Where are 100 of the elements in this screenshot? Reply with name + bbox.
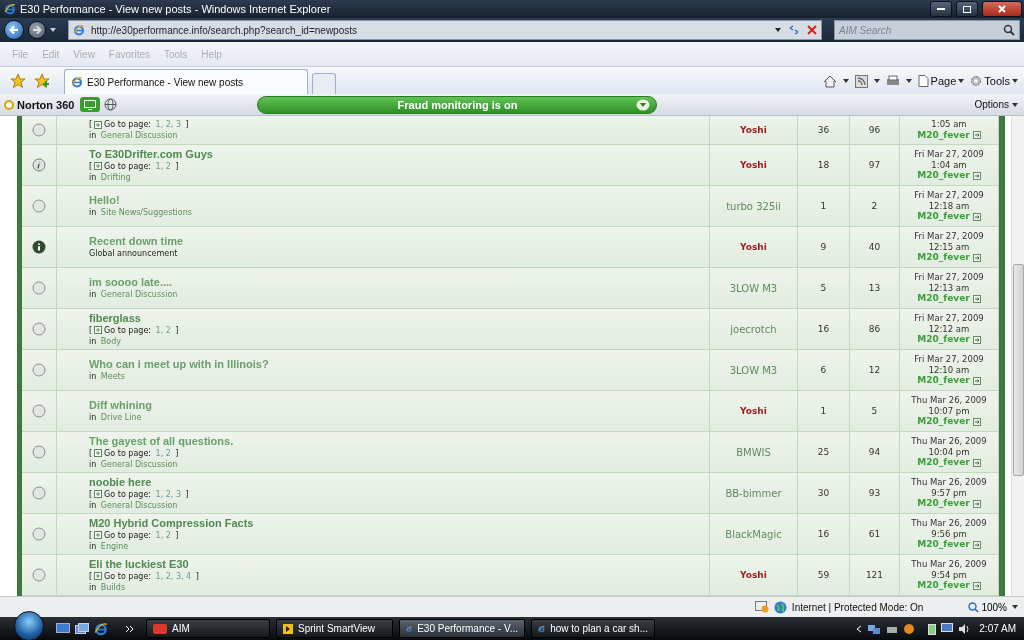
- forum-link[interactable]: Drive Line: [100, 412, 142, 423]
- page-number-links[interactable]: 1, 2: [155, 324, 171, 336]
- refresh-icon[interactable]: [787, 24, 801, 36]
- page-number-links[interactable]: 1, 2: [155, 160, 171, 172]
- forum-link[interactable]: General Discussion: [100, 130, 178, 141]
- jump-icon[interactable]: [972, 376, 981, 385]
- jump-icon[interactable]: [972, 171, 981, 180]
- author-link[interactable]: Yoshi: [740, 242, 767, 252]
- jump-icon[interactable]: [972, 253, 981, 262]
- topic-title[interactable]: noobie here: [89, 475, 152, 489]
- page-number-links[interactable]: 1, 2, 3, 4: [155, 570, 192, 582]
- windows-switch-icon[interactable]: [75, 622, 89, 635]
- forum-link[interactable]: Builds: [100, 581, 126, 593]
- print-icon[interactable]: [885, 75, 900, 87]
- topic-title[interactable]: M20 Hybrid Compression Facts: [89, 516, 254, 530]
- last-poster-link[interactable]: M20_fever: [917, 457, 970, 468]
- jump-icon[interactable]: [972, 499, 981, 508]
- last-poster-link[interactable]: M20_fever: [917, 170, 970, 181]
- forum-link[interactable]: General Discussion: [100, 289, 178, 300]
- star-icon[interactable]: [10, 73, 26, 89]
- jump-icon[interactable]: [972, 581, 981, 590]
- author-link[interactable]: Yoshi: [740, 570, 767, 580]
- topic-title[interactable]: Eli the luckiest E30: [89, 557, 189, 571]
- last-poster-link[interactable]: M20_fever: [917, 334, 970, 345]
- last-poster-link[interactable]: M20_fever: [917, 129, 970, 141]
- forum-link[interactable]: General Discussion: [100, 499, 178, 511]
- chevron-left-icon[interactable]: [856, 624, 863, 633]
- page-number-links[interactable]: 1, 2, 3: [155, 119, 181, 130]
- monitor-button[interactable]: [80, 97, 101, 112]
- forum-link[interactable]: Engine: [100, 540, 129, 552]
- author-link[interactable]: joecrotch: [730, 323, 777, 335]
- taskbar-button[interactable]: AIM: [146, 619, 270, 638]
- last-poster-link[interactable]: M20_fever: [917, 252, 970, 263]
- network-icon[interactable]: [867, 622, 882, 635]
- author-link[interactable]: 3LOW M3: [729, 364, 778, 376]
- minimize-button[interactable]: [930, 1, 952, 17]
- stop-icon[interactable]: [807, 25, 817, 35]
- last-poster-link[interactable]: M20_fever: [917, 375, 970, 386]
- jump-icon[interactable]: [972, 335, 981, 344]
- command-button[interactable]: Tools: [970, 75, 1018, 87]
- last-poster-link[interactable]: M20_fever: [917, 293, 970, 304]
- search-field[interactable]: AIM Search: [834, 20, 1020, 40]
- taskbar-button[interactable]: how to plan a car sh...: [531, 619, 655, 638]
- forum-link[interactable]: General Discussion: [100, 458, 178, 470]
- browser-tab[interactable]: E30 Performance - View new posts: [64, 69, 308, 94]
- topic-title[interactable]: fiberglass: [89, 311, 141, 325]
- jump-icon[interactable]: [972, 212, 981, 221]
- jump-icon[interactable]: [972, 131, 981, 140]
- fraud-status-bar[interactable]: Fraud monitoring is on: [257, 95, 658, 114]
- author-link[interactable]: BB-bimmer: [725, 487, 782, 499]
- forum-link[interactable]: Body: [100, 335, 122, 347]
- forum-link[interactable]: Site News/Suggestions: [100, 207, 192, 218]
- last-poster-link[interactable]: M20_fever: [917, 416, 970, 427]
- jump-icon[interactable]: [972, 540, 981, 549]
- author-link[interactable]: turbo 325ii: [726, 200, 781, 212]
- close-button[interactable]: [982, 1, 1022, 17]
- forward-button[interactable]: [28, 21, 46, 39]
- author-link[interactable]: Yoshi: [740, 125, 767, 135]
- desktop-icon[interactable]: [56, 622, 70, 635]
- jump-icon[interactable]: [972, 417, 981, 426]
- author-link[interactable]: Yoshi: [740, 160, 767, 170]
- monitor-icon[interactable]: [941, 622, 954, 635]
- author-link[interactable]: 3LOW M3: [729, 282, 778, 294]
- topic-title[interactable]: Recent down time: [89, 235, 184, 248]
- last-poster-link[interactable]: M20_fever: [917, 498, 970, 509]
- topic-title[interactable]: Diff whining: [89, 399, 152, 412]
- battery-icon[interactable]: [928, 622, 937, 635]
- clock[interactable]: 2:07 AM: [979, 623, 1016, 634]
- volume-icon[interactable]: [958, 622, 971, 635]
- scrollbar[interactable]: [1011, 116, 1024, 596]
- forum-link[interactable]: Meets: [100, 371, 125, 382]
- last-poster-link[interactable]: M20_fever: [917, 539, 970, 550]
- command-button[interactable]: Page: [917, 75, 965, 87]
- topic-title[interactable]: Hello!: [89, 194, 120, 207]
- last-poster-link[interactable]: M20_fever: [917, 211, 970, 222]
- author-link[interactable]: Yoshi: [740, 406, 767, 416]
- back-button[interactable]: [4, 20, 24, 40]
- maximize-button[interactable]: [956, 1, 978, 17]
- topic-title[interactable]: To E30Drifter.com Guys: [89, 147, 213, 161]
- options-menu[interactable]: Options: [972, 99, 1020, 110]
- home-icon[interactable]: [822, 74, 837, 88]
- author-link[interactable]: BMWIS: [736, 446, 771, 458]
- zoom-control[interactable]: 100%: [968, 601, 1007, 613]
- add-star-icon[interactable]: [34, 73, 50, 89]
- search-icon[interactable]: [1003, 24, 1015, 36]
- chevron-icon[interactable]: [125, 624, 134, 633]
- jump-icon[interactable]: [972, 458, 981, 467]
- feed-icon[interactable]: [854, 74, 868, 88]
- taskbar-button[interactable]: Sprint SmartView: [276, 619, 393, 638]
- page-number-links[interactable]: 1, 2: [155, 447, 171, 459]
- address-field[interactable]: http://e30performance.info/search.php?search_id=newposts: [68, 20, 822, 40]
- topic-title[interactable]: The gayest of all questions.: [89, 434, 234, 448]
- author-link[interactable]: BlackMagic: [725, 528, 782, 540]
- taskbar-button[interactable]: E30 Performance - V...: [399, 619, 525, 638]
- topic-title[interactable]: Who can i meet up with in Illinois?: [89, 358, 269, 371]
- globe-icon[interactable]: [104, 98, 118, 111]
- page-number-links[interactable]: 1, 2, 3: [155, 488, 181, 500]
- page-number-links[interactable]: 1, 2: [155, 529, 171, 541]
- jump-icon[interactable]: [972, 294, 981, 303]
- forum-link[interactable]: Drifting: [100, 171, 131, 183]
